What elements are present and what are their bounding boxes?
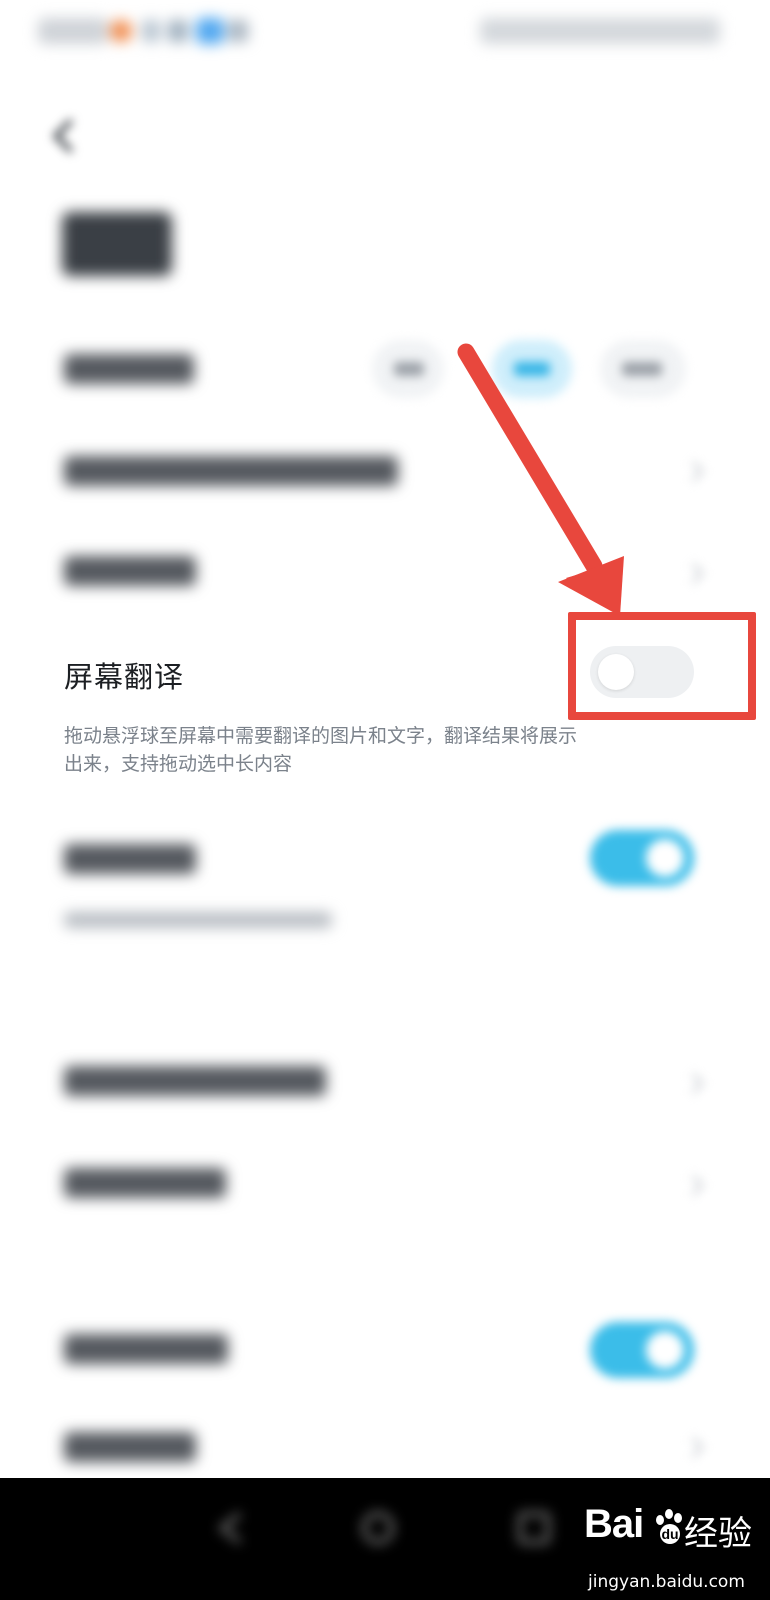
settings-row-label xyxy=(64,844,196,874)
baidu-jingyan-label: 经验 xyxy=(684,1514,752,1554)
chevron-right-icon xyxy=(682,1436,705,1459)
annotation-highlight-box xyxy=(568,612,756,720)
settings-toggle-on[interactable] xyxy=(590,830,694,886)
baidu-paw-icon: du xyxy=(656,1509,682,1544)
baidu-logo: Bai xyxy=(584,1502,644,1546)
nav-home-icon[interactable] xyxy=(356,1508,400,1548)
nav-recents-icon[interactable] xyxy=(512,1508,556,1548)
settings-row-label xyxy=(64,1334,228,1364)
svg-text:du: du xyxy=(661,1526,678,1542)
settings-toggle-on[interactable] xyxy=(590,1322,694,1378)
settings-row-description xyxy=(64,912,332,928)
chevron-right-icon xyxy=(682,1174,705,1197)
settings-row-label[interactable] xyxy=(64,1432,196,1462)
annotation-arrow xyxy=(457,343,624,616)
watermark-url: jingyan.baidu.com xyxy=(588,1572,745,1592)
chevron-right-icon xyxy=(682,1072,705,1095)
settings-row-label[interactable] xyxy=(64,1168,226,1198)
settings-row-label[interactable] xyxy=(64,1066,326,1096)
screen-translate-description: 拖动悬浮球至屏幕中需要翻译的图片和文字，翻译结果将展示出来，支持拖动选中长内容 xyxy=(64,725,578,775)
nav-back-icon[interactable] xyxy=(210,1508,254,1548)
